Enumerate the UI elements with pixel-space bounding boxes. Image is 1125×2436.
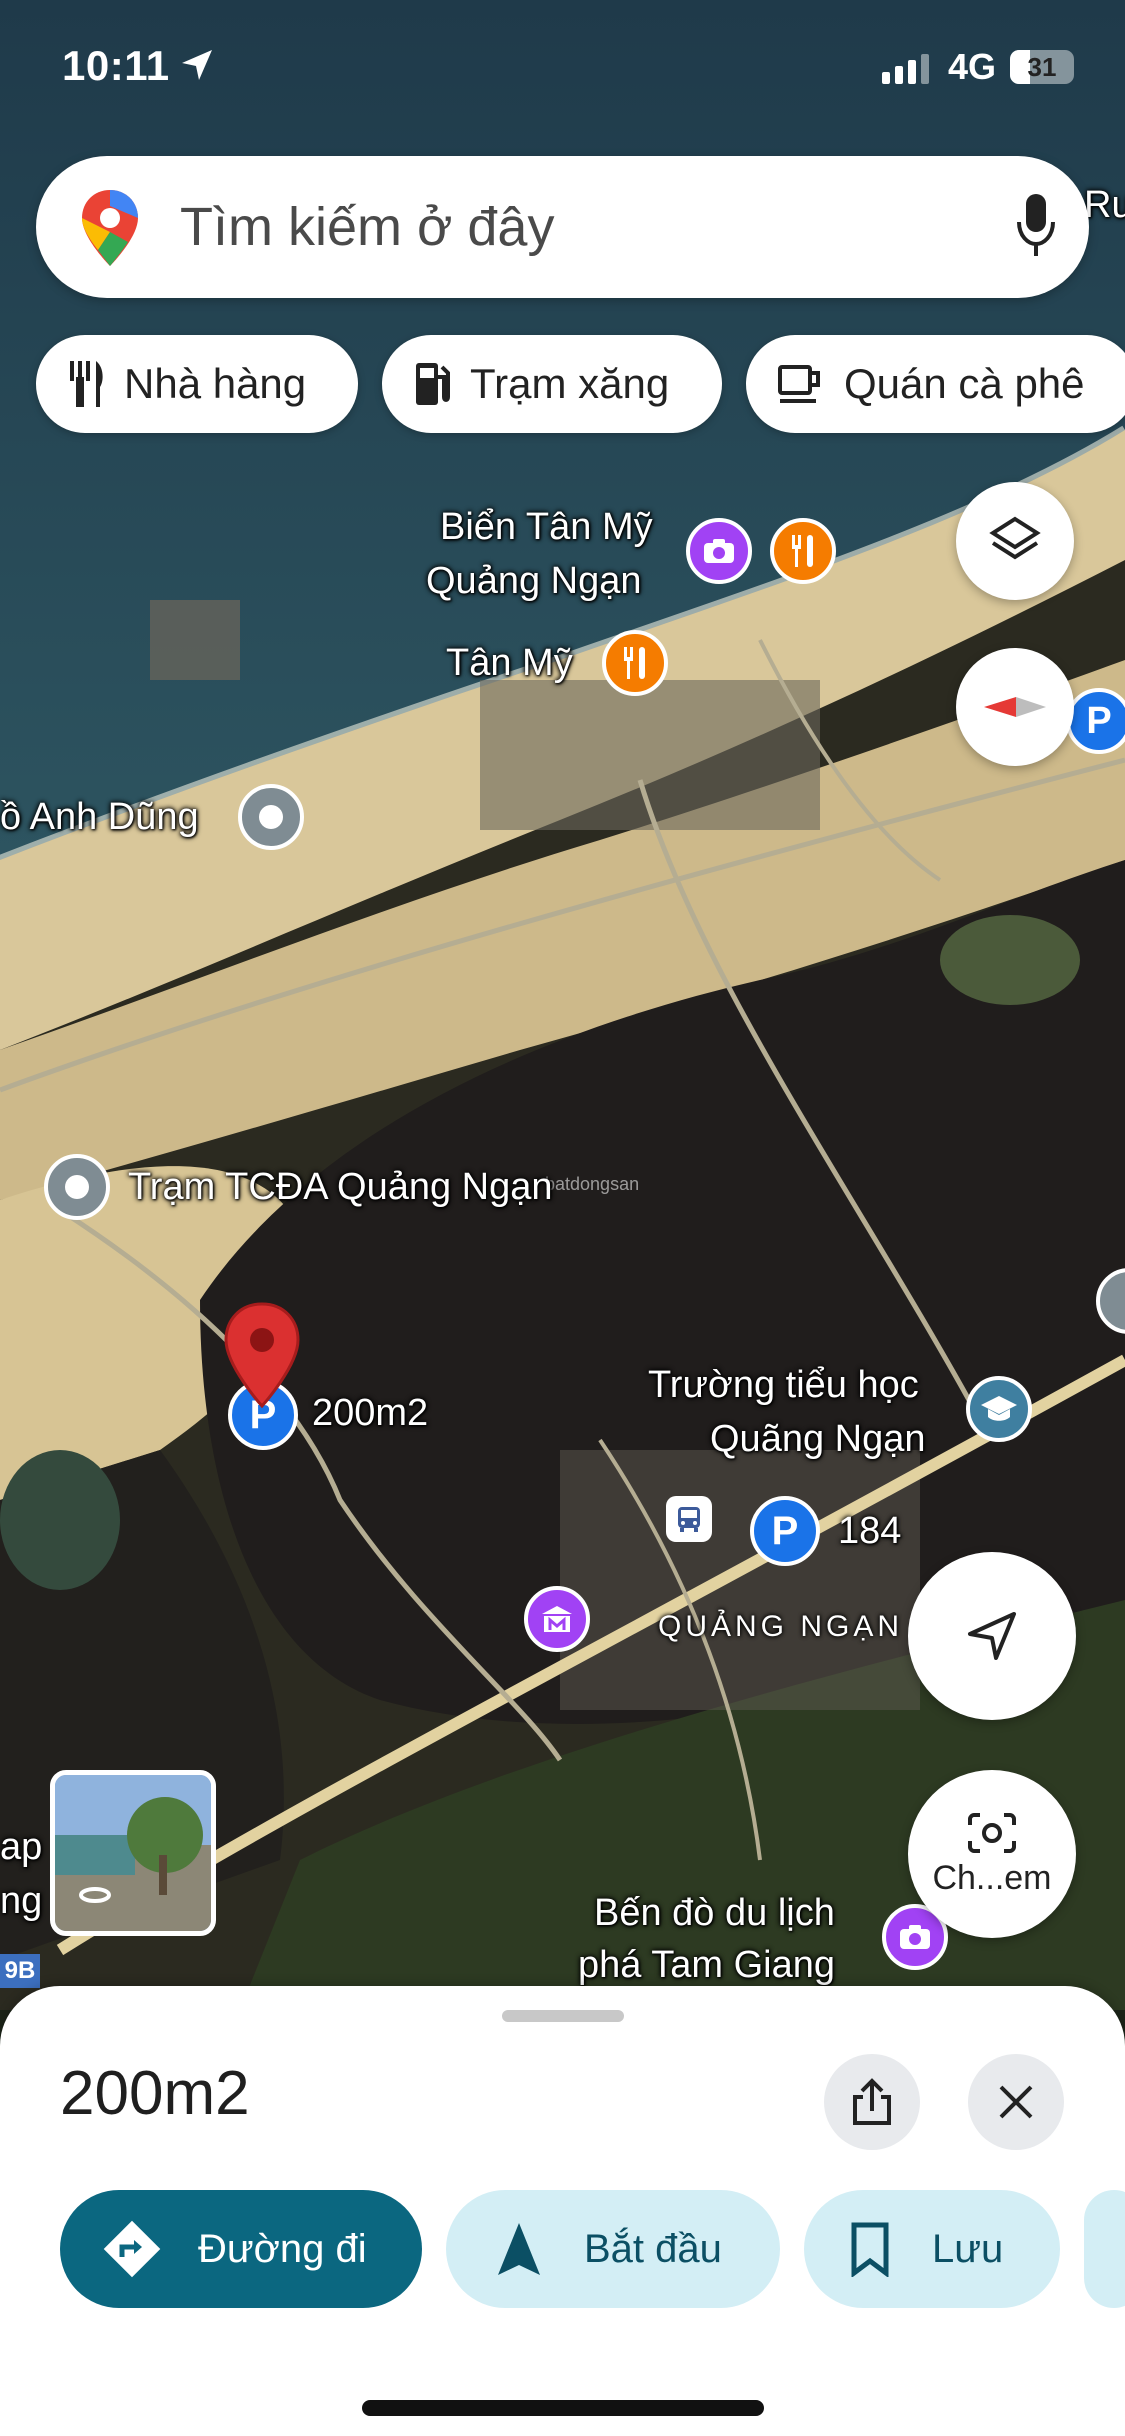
battery-icon: 31 — [1010, 50, 1074, 84]
google-maps-pin-icon — [82, 190, 138, 266]
parking-icon[interactable]: P — [1066, 688, 1125, 754]
restaurant-icon[interactable] — [770, 518, 836, 584]
map-label-top-right: Ru — [1084, 184, 1125, 226]
street-view-thumbnail[interactable] — [50, 1770, 216, 1936]
fork-knife-icon — [70, 361, 103, 407]
directions-label: Đường đi — [198, 2226, 367, 2271]
share-icon — [853, 2078, 891, 2125]
my-location-button[interactable] — [908, 1552, 1076, 1720]
lens-camera-icon — [968, 1812, 1016, 1853]
parking-icon[interactable]: P — [750, 1496, 820, 1566]
road-shield: 9B — [0, 1954, 40, 1988]
map-label-hero[interactable]: ồ Anh Dũng — [0, 796, 199, 839]
start-label: Bắt đầu — [584, 2226, 722, 2271]
map-label-area: QUẢNG NGẠN — [658, 1610, 904, 1643]
lens-camera-button[interactable]: Ch...em — [908, 1770, 1076, 1938]
landmark-icon[interactable] — [44, 1154, 110, 1220]
restaurant-icon[interactable] — [602, 630, 668, 696]
cellular-signal-icon — [882, 54, 929, 84]
landmark-icon[interactable] — [238, 784, 304, 850]
battery-level: 31 — [1027, 52, 1057, 82]
close-button[interactable] — [968, 2054, 1064, 2150]
chip-gas-stations[interactable]: Trạm xăng — [382, 335, 722, 433]
bus-icon[interactable] — [666, 1496, 712, 1542]
bookmark-icon — [851, 2222, 889, 2277]
map-label-pin[interactable]: 200m2 — [312, 1392, 428, 1435]
map-label-ferry-2[interactable]: phá Tam Giang — [578, 1944, 835, 1987]
chip-label: Quán cà phê — [844, 360, 1085, 407]
chip-label: Trạm xăng — [470, 360, 670, 407]
compass-icon — [984, 697, 1046, 717]
chip-label: Nhà hàng — [124, 360, 307, 407]
place-bottom-sheet[interactable]: 200m2 Đường đi Bắt đầu Lưu — [0, 1986, 1125, 2436]
more-action-button[interactable] — [1084, 2190, 1125, 2308]
search-input[interactable]: Tìm kiếm ở đây — [180, 196, 554, 258]
directions-button[interactable]: Đường đi — [60, 2190, 422, 2308]
museum-icon[interactable] — [524, 1586, 590, 1652]
compass-button[interactable] — [956, 648, 1074, 766]
map-label-parking-number[interactable]: 184 — [838, 1510, 901, 1553]
close-icon — [999, 2085, 1033, 2119]
map-label-school-2[interactable]: Quãng Ngạn — [710, 1418, 926, 1461]
layers-icon — [989, 516, 1041, 560]
watermark: batdongsan — [545, 1174, 639, 1194]
map-label-beach-2[interactable]: Quảng Ngạn — [426, 560, 642, 603]
gas-pump-icon — [416, 363, 450, 405]
location-arrow-icon — [182, 50, 212, 80]
start-button[interactable]: Bắt đầu — [446, 2190, 780, 2308]
lens-camera-label: Ch...em — [932, 1858, 1052, 1897]
navigation-arrow-icon — [968, 1612, 1016, 1660]
network-type: 4G — [948, 46, 997, 87]
directions-icon — [103, 2220, 161, 2278]
map-label-edge-left-1: ap — [0, 1826, 43, 1868]
map-label-beach[interactable]: Biển Tân Mỹ — [440, 506, 653, 549]
school-icon[interactable] — [966, 1376, 1032, 1442]
save-label: Lưu — [932, 2226, 1004, 2271]
map-label-school[interactable]: Trường tiểu học — [648, 1364, 919, 1407]
map-label-station[interactable]: Trạm TCĐA Quảng Ngạn — [128, 1166, 553, 1209]
navigation-arrow-icon — [498, 2223, 540, 2275]
drag-handle[interactable] — [502, 2010, 624, 2022]
status-time: 10:11 — [62, 42, 170, 89]
map-label-village[interactable]: Tân Mỹ — [446, 642, 573, 685]
home-indicator — [362, 2400, 764, 2416]
photo-spot-icon[interactable] — [686, 518, 752, 584]
chip-restaurants[interactable]: Nhà hàng — [36, 335, 358, 433]
search-bar[interactable]: Tìm kiếm ở đây — [36, 156, 1089, 298]
place-title: 200m2 — [60, 2059, 250, 2128]
maps-screen: batdongsan P P P Biển Tân Mỹ Quảng Ngạn … — [0, 0, 1125, 2436]
microphone-icon[interactable] — [1016, 192, 1056, 262]
coffee-cup-icon — [778, 365, 820, 403]
red-pin-icon[interactable] — [222, 1300, 302, 1410]
map-label-edge-left-2: ng — [0, 1880, 43, 1922]
map-label-ferry[interactable]: Bến đò du lịch — [594, 1892, 835, 1935]
share-button[interactable] — [824, 2054, 920, 2150]
chip-coffee[interactable]: Quán cà phê — [746, 335, 1125, 433]
save-button[interactable]: Lưu — [804, 2190, 1060, 2308]
status-bar: 10:11 4G 31 — [0, 0, 1125, 130]
layers-button[interactable] — [956, 482, 1074, 600]
